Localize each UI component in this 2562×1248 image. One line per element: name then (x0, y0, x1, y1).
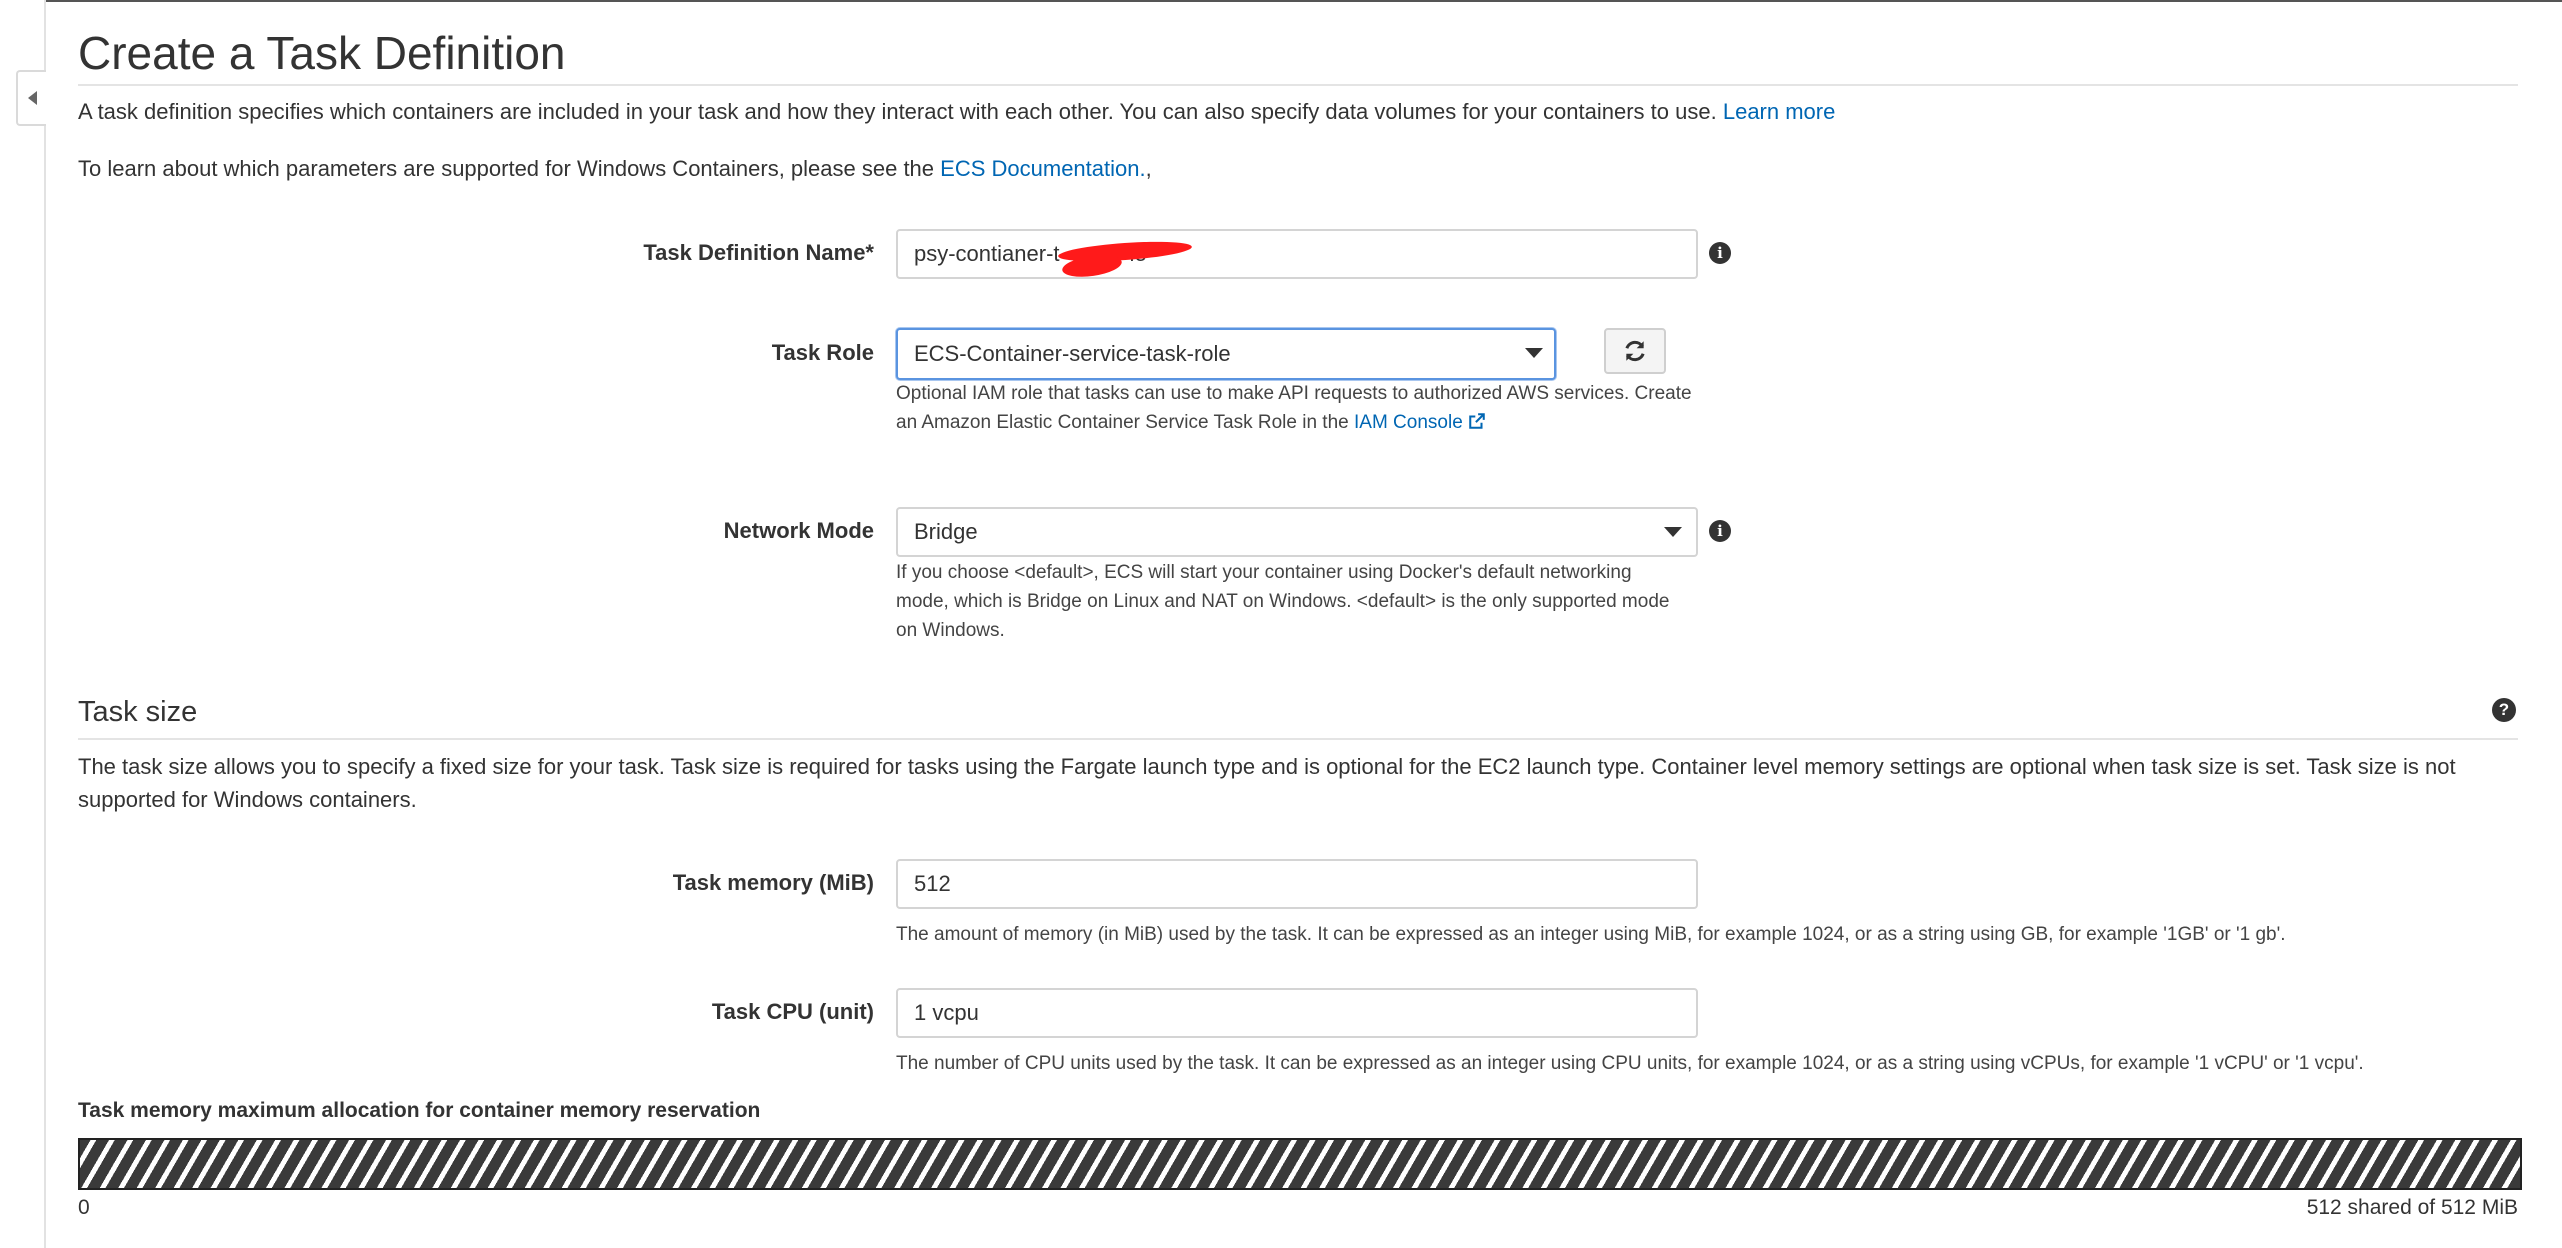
page-title: Create a Task Definition (78, 27, 566, 79)
allocation-min-label: 0 (78, 1196, 90, 1219)
network-mode-help-line2: mode, which is Bridge on Linux and NAT o… (896, 591, 1670, 612)
task-cpu-input[interactable]: 1 vcpu (896, 988, 1698, 1038)
iam-console-link[interactable]: IAM Console (1354, 412, 1463, 433)
left-rail (0, 0, 46, 1248)
network-mode-help: If you choose <default>, ECS will start … (896, 558, 1669, 645)
task-size-description: The task size allows you to specify a fi… (78, 750, 2456, 816)
task-role-help-line2-text: an Amazon Elastic Container Service Task… (896, 412, 1349, 433)
ecs-documentation-link[interactable]: ECS Documentation. (940, 156, 1145, 181)
title-divider (78, 84, 2518, 86)
task-role-help-line1: Optional IAM role that tasks can use to … (896, 383, 1692, 404)
task-role-help: Optional IAM role that tasks can use to … (896, 379, 1692, 437)
task-memory-help: The amount of memory (in MiB) used by th… (896, 924, 2286, 945)
task-role-select[interactable]: ECS-Container-service-task-role (896, 328, 1556, 380)
task-definition-name-label: Task Definition Name* (643, 240, 874, 265)
task-definition-name-value: psy-contianer-t (914, 241, 1060, 266)
info-icon[interactable]: i (1709, 520, 1731, 542)
question-icon[interactable]: ? (2492, 698, 2516, 722)
intro-text: A task definition specifies which contai… (78, 99, 1717, 124)
refresh-icon (1625, 340, 1645, 362)
intro-paragraph: A task definition specifies which contai… (78, 97, 1835, 127)
network-mode-help-line1: If you choose <default>, ECS will start … (896, 562, 1632, 583)
network-mode-help-line3: on Windows. (896, 620, 1005, 641)
task-memory-input[interactable]: 512 (896, 859, 1698, 909)
network-mode-value: Bridge (914, 519, 978, 544)
windows-paragraph: To learn about which parameters are supp… (78, 154, 1152, 184)
allocation-max-label: 512 shared of 512 MiB (2306, 1196, 2518, 1219)
top-border (0, 0, 2562, 2)
memory-allocation-title: Task memory maximum allocation for conta… (78, 1099, 761, 1122)
collapse-sidebar-button[interactable] (16, 70, 46, 126)
network-mode-select[interactable]: Bridge (896, 507, 1698, 557)
windows-text: To learn about which parameters are supp… (78, 156, 935, 181)
task-size-description-line2: supported for Windows containers. (78, 787, 417, 812)
task-size-heading: Task size (78, 696, 198, 728)
task-cpu-help: The number of CPU units used by the task… (896, 1053, 2364, 1074)
task-role-value: ECS-Container-service-task-role (914, 341, 1231, 366)
chevron-down-icon (1664, 527, 1682, 537)
memory-allocation-bar (78, 1138, 2522, 1190)
task-memory-value: 512 (914, 871, 951, 896)
task-cpu-label: Task CPU (unit) (711, 999, 874, 1024)
external-link-icon[interactable] (1468, 412, 1486, 430)
task-size-divider (78, 738, 2518, 740)
learn-more-link[interactable]: Learn more (1723, 99, 1836, 124)
task-definition-name-input[interactable]: psy-contianer-tle (896, 229, 1698, 279)
windows-suffix: , (1145, 156, 1152, 181)
chevron-down-icon (1525, 348, 1543, 358)
task-memory-label: Task memory (MiB) (672, 870, 874, 895)
task-size-description-line1: The task size allows you to specify a fi… (78, 754, 2456, 779)
network-mode-label: Network Mode (723, 518, 874, 543)
collapse-left-icon (27, 91, 37, 105)
task-role-help-line2: an Amazon Elastic Container Service Task… (896, 408, 1692, 437)
refresh-roles-button[interactable] (1604, 328, 1666, 374)
info-icon[interactable]: i (1709, 242, 1731, 264)
task-cpu-value: 1 vcpu (914, 1000, 979, 1025)
task-role-label: Task Role (771, 340, 874, 365)
